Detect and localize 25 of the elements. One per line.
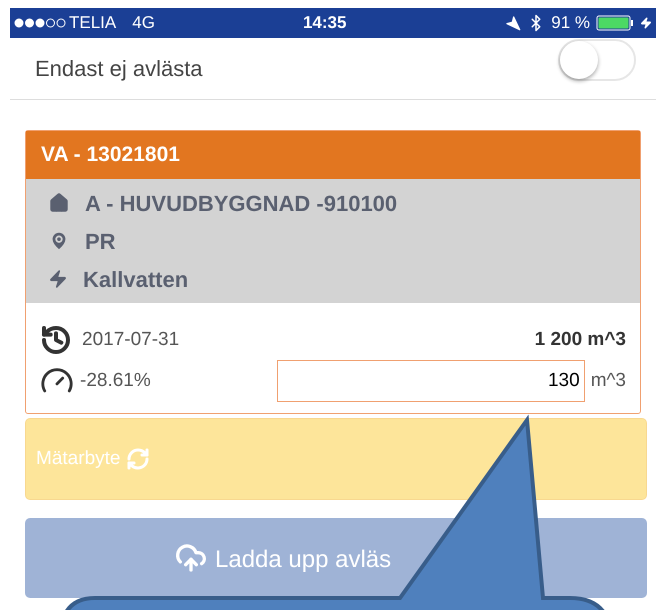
carrier-text: TELIA <box>69 12 116 34</box>
signal-icon <box>14 18 66 28</box>
house-icon <box>48 192 70 214</box>
filter-label: Endast ej avlästa <box>35 55 203 83</box>
reading-unit: m^3 <box>590 368 626 393</box>
medium-text: Kallvatten <box>83 266 188 294</box>
charging-icon <box>640 17 652 29</box>
location-text: PR <box>85 228 116 256</box>
cloud-upload-icon <box>175 542 207 574</box>
last-reading-value: 1 200 m^3 <box>534 328 626 352</box>
deviation-text: -28.61% <box>80 368 151 393</box>
building-text: A - HUVUDBYGGNAD -910100 <box>85 190 398 218</box>
reading-input[interactable]: 130 <box>276 360 585 402</box>
meter-title: VA - 13021801 <box>41 142 180 168</box>
filter-toggle[interactable] <box>558 38 636 80</box>
last-reading-date: 2017-07-31 <box>82 328 180 352</box>
time-text: 14:35 <box>302 12 346 34</box>
network-text: 4G <box>132 12 155 34</box>
meter-swap-button[interactable]: Mätarbyte <box>25 418 647 500</box>
history-clock-icon <box>40 324 72 356</box>
lightning-icon <box>48 269 68 289</box>
battery-icon <box>596 15 634 31</box>
refresh-icon <box>126 447 150 471</box>
location-arrow-icon <box>505 15 522 31</box>
battery-text: 91 % <box>551 12 590 34</box>
